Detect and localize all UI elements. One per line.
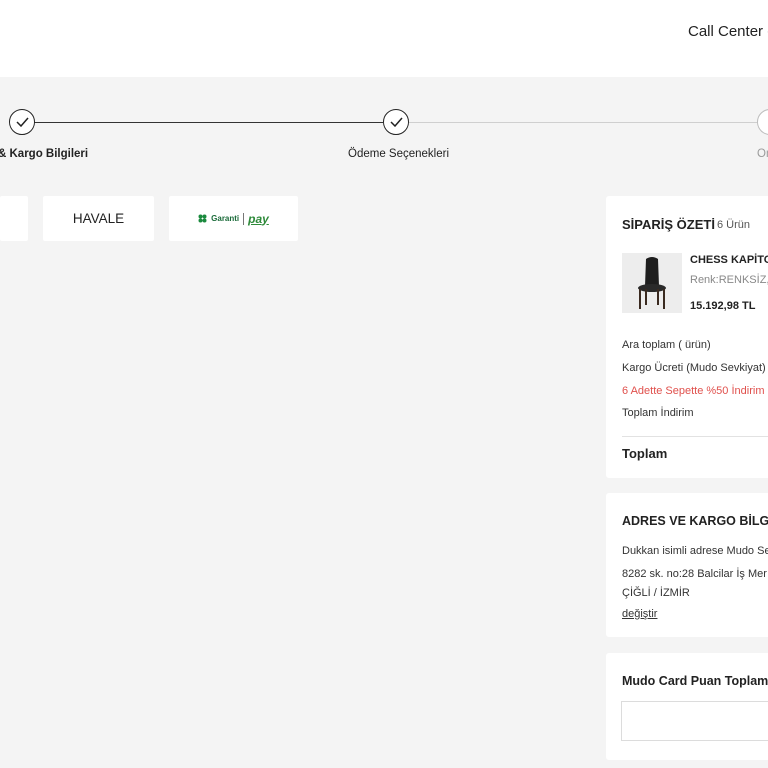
address-line-3: ÇİĞLİ / İZMİR (622, 587, 690, 599)
summary-item-count: 6 Ürün (717, 219, 751, 231)
checkout-stepper: & Kargo Bilgileri Ödeme Seçenekleri On (0, 77, 768, 187)
payment-tab-garanti-pay[interactable]: Garanti pay (169, 196, 298, 241)
total-discount-label: Toplam İndirim (622, 407, 694, 419)
step-1-check-icon[interactable] (9, 109, 35, 135)
chair-icon (622, 253, 682, 313)
step-3-label: On (757, 148, 768, 160)
step-3-circle-icon (757, 109, 768, 135)
summary-divider (622, 436, 768, 437)
payment-tab-havale[interactable]: HAVALE (43, 196, 154, 241)
garanti-text: Garanti (211, 214, 240, 223)
campaign-discount-label: 6 Adette Sepette %50 İndirim (622, 385, 765, 397)
summary-title: SİPARİŞ ÖZETİ (622, 217, 715, 232)
stepper-line-completed (34, 122, 383, 123)
change-address-link[interactable]: değiştir (622, 608, 657, 620)
shipping-fee-label: Kargo Ücreti (Mudo Sevkiyat) (622, 362, 766, 374)
product-name[interactable]: CHESS KAPİTO (690, 254, 768, 266)
address-line-2: 8282 sk. no:28 Balcilar İş Mer (622, 568, 767, 580)
garanti-pay-logo: Garanti pay (198, 212, 269, 226)
step-2-check-icon[interactable] (383, 109, 409, 135)
payment-tab-card[interactable] (0, 196, 28, 241)
havale-label: HAVALE (72, 211, 125, 226)
stepper-line-pending (409, 122, 757, 123)
total-label: Toplam (622, 446, 668, 461)
step-2-label[interactable]: Ödeme Seçenekleri (348, 148, 449, 160)
address-shipping-card: ADRES VE KARGO BİLGİ Dukkan isimli adres… (606, 493, 768, 637)
subtotal-label: Ara toplam ( ürün) (622, 339, 711, 351)
garanti-clover-icon (198, 214, 207, 223)
call-center-link[interactable]: Call Center - (688, 23, 768, 40)
product-attributes: Renk:RENKSİZ, (690, 274, 768, 286)
product-thumbnail[interactable] (622, 253, 682, 313)
top-header: Call Center - (0, 0, 768, 77)
product-price: 15.192,98 TL (690, 300, 756, 312)
mudo-card-points-card: Mudo Card Puan Toplamı (606, 653, 768, 760)
address-title: ADRES VE KARGO BİLGİ (622, 514, 768, 528)
order-summary-card: SİPARİŞ ÖZETİ 6 Ürün CHESS KAPİTO Renk:R… (606, 196, 768, 478)
garanti-divider (243, 212, 245, 225)
address-line-1: Dukkan isimli adrese Mudo Se (622, 545, 768, 557)
mudo-card-points-input[interactable] (621, 701, 768, 741)
mudo-card-title: Mudo Card Puan Toplamı (622, 674, 768, 688)
pay-text: pay (248, 211, 269, 226)
step-1-label[interactable]: & Kargo Bilgileri (0, 148, 88, 160)
